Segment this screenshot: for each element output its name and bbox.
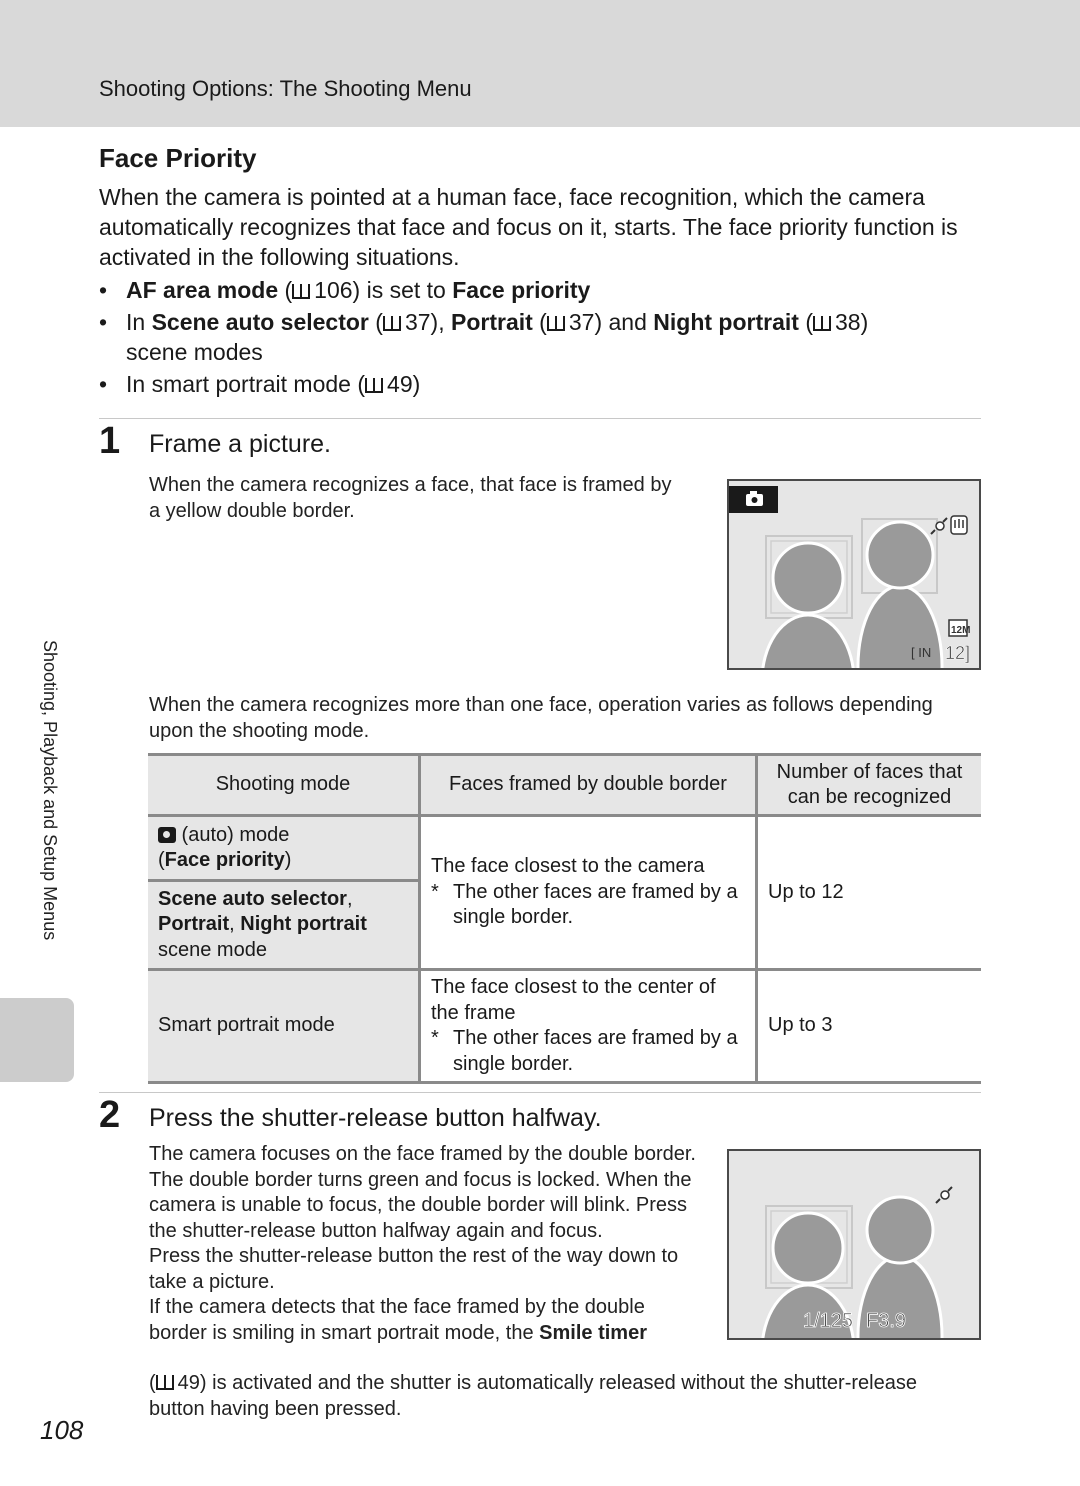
chapter-tab[interactable] [0, 998, 74, 1082]
screen-graphic: 12M [ IN 12] [729, 481, 979, 668]
page-ref-link[interactable]: 37 [569, 309, 595, 335]
shooting-mode-table: Shooting mode Faces framed by double bor… [148, 753, 981, 1084]
image-size-text: 12M [951, 625, 970, 636]
person-head-right [865, 520, 935, 590]
divider [99, 418, 981, 419]
person-head-left [771, 541, 845, 615]
camera-auto-icon [158, 826, 176, 843]
mode-cell: Smart portrait mode [148, 968, 421, 1084]
image-size-icon: 12M [948, 619, 970, 637]
shutter-speed-readout: 1/125 [803, 1310, 853, 1332]
book-ref-icon [365, 378, 384, 393]
mode-cell: Scene auto selector, Portrait, Night por… [148, 879, 421, 971]
intro-paragraph: When the camera is pointed at a human fa… [99, 184, 958, 270]
screen-graphic: 1/125 F3.9 [729, 1151, 979, 1338]
page-ref-link[interactable]: 106 [314, 277, 352, 303]
step-title: Press the shutter-release button halfway… [149, 1104, 602, 1132]
vibration-reduction-icon [950, 515, 968, 535]
description-cell: The face closest to the center of the fr… [419, 968, 758, 1084]
internal-memory-indicator: [ IN [911, 645, 931, 660]
remaining-exposures: 12] [945, 643, 970, 663]
book-ref-icon [382, 316, 401, 331]
table-row: Smart portrait mode The face closest to … [148, 968, 981, 1084]
multi-face-paragraph: When the camera recognizes more than one… [149, 694, 933, 742]
list-item: • In Scene auto selector (37), Portrait … [99, 309, 869, 365]
list-item: • In smart portrait mode (49) [99, 371, 421, 397]
book-ref-icon [813, 316, 831, 331]
mode-cell: (auto) mode (Face priority) [148, 814, 421, 882]
page-ref-link[interactable]: 37 [405, 309, 431, 335]
section-title: Face Priority [99, 143, 257, 173]
page-ref-link[interactable]: 38 [835, 309, 861, 335]
page-ref-link[interactable]: 49 [387, 371, 413, 397]
book-ref-icon [155, 1375, 174, 1390]
count-cell: Up to 12 [756, 814, 981, 971]
situation-list: • AF area mode (106) is set to Face prio… [99, 275, 984, 401]
step-body-continued: (49) is activated and the shutter is aut… [149, 1372, 917, 1420]
count-cell: Up to 3 [756, 968, 981, 1084]
person-head-left [771, 1211, 845, 1285]
step-body: When the camera recognizes a face, that … [149, 474, 672, 522]
person-head-right [865, 1195, 935, 1265]
aperture-readout: F3.9 [866, 1310, 906, 1332]
header-title: Shooting Options: The Shooting Menu [99, 76, 472, 101]
page-number: 108 [40, 1415, 84, 1445]
divider [99, 1092, 981, 1093]
book-ref-icon [292, 284, 311, 299]
page-ref-link[interactable]: 49 [178, 1372, 200, 1394]
step-number: 2 [99, 1094, 121, 1136]
step-number: 1 [99, 420, 121, 462]
column-header: Number of faces that can be recognized [756, 753, 981, 817]
table-row: (auto) mode (Face priority) The face clo… [148, 814, 981, 971]
page-header: Shooting Options: The Shooting Menu [0, 0, 1080, 127]
column-header: Faces framed by double border [419, 753, 758, 817]
chapter-side-label: Shooting, Playback and Setup Menus [40, 640, 60, 941]
camera-screen-illustration: 1/125 F3.9 [727, 1149, 981, 1340]
camera-screen-illustration: 12M [ IN 12] [727, 479, 981, 670]
table-header-row: Shooting mode Faces framed by double bor… [148, 753, 981, 817]
step-title: Frame a picture. [149, 430, 332, 458]
book-ref-icon [546, 316, 565, 331]
column-header: Shooting mode [148, 753, 421, 817]
list-item: • AF area mode (106) is set to Face prio… [99, 277, 591, 303]
description-cell: The face closest to the camera * The othe… [419, 814, 758, 971]
step-body: The camera focuses on the face framed by… [149, 1143, 696, 1344]
